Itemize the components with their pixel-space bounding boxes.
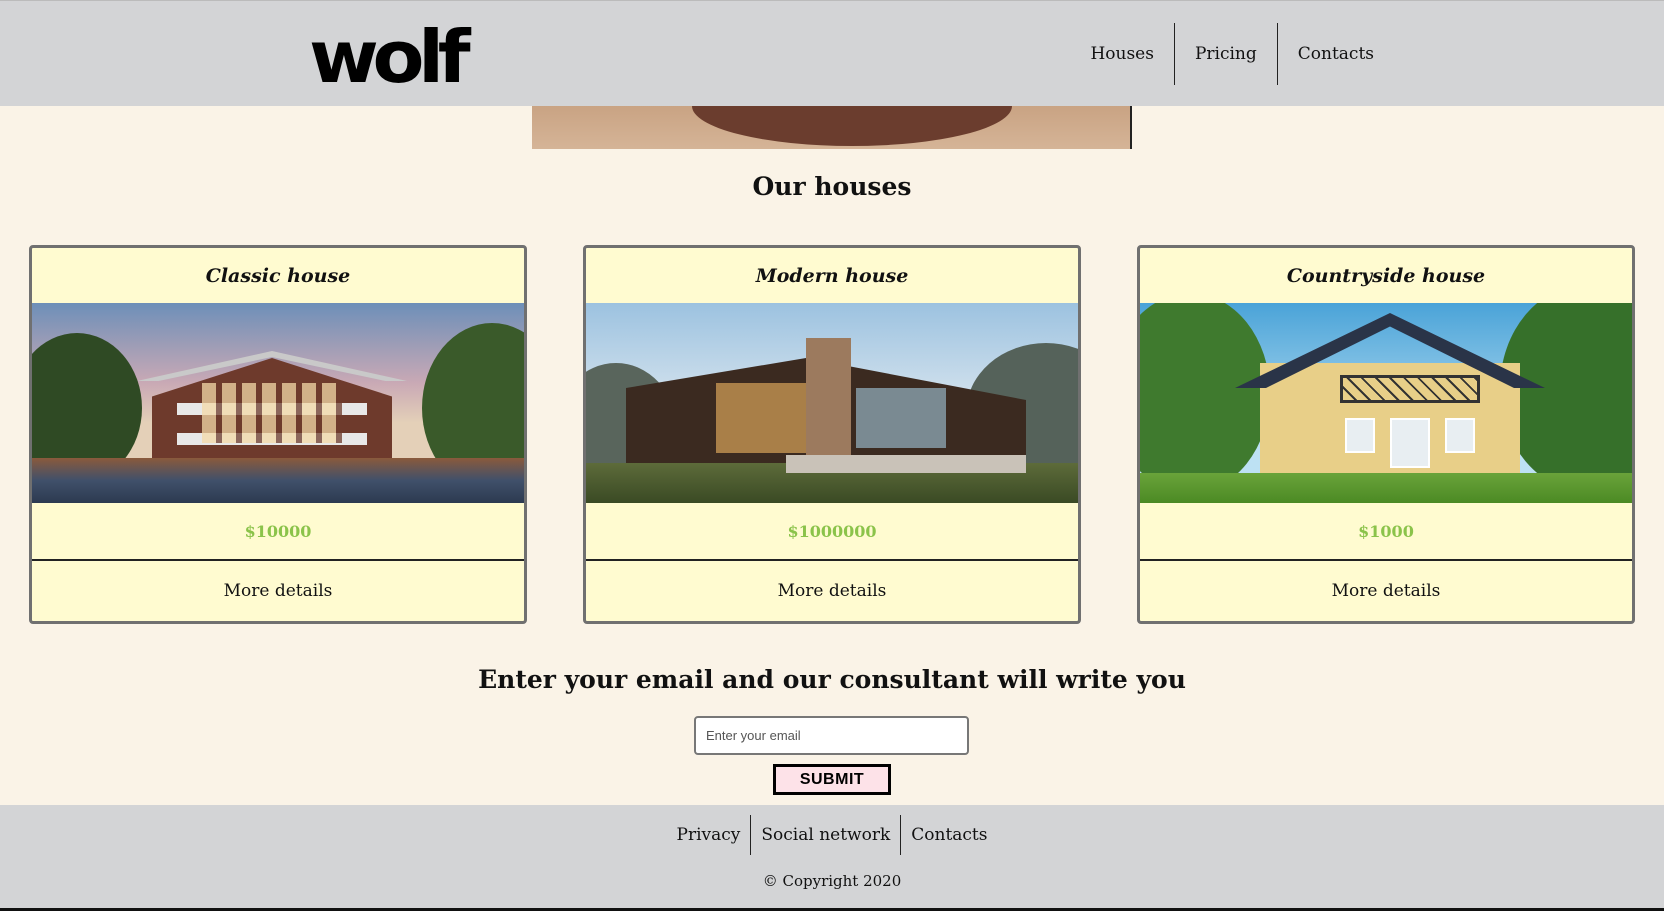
card-price: $1000000 (586, 503, 1078, 561)
card-title: Modern house (755, 264, 909, 287)
nav-houses[interactable]: Houses (1070, 23, 1174, 85)
footer-links: Privacy Social network Contacts (0, 815, 1664, 855)
nav-pricing[interactable]: Pricing (1173, 23, 1277, 85)
countryside-house-image (1140, 303, 1632, 503)
main-nav: Houses Pricing Contacts (1070, 23, 1394, 85)
card-price: $10000 (32, 503, 524, 561)
card-price: $1000 (1140, 503, 1632, 561)
more-details-link[interactable]: More details (32, 561, 524, 621)
house-card-modern: Modern house $1000000 More details (583, 245, 1081, 624)
house-card-classic: Classic house $10000 More details (29, 245, 527, 624)
card-title: Classic house (205, 264, 351, 287)
classic-house-image (32, 303, 524, 503)
logo[interactable]: wolf (309, 21, 471, 93)
footer-privacy-link[interactable]: Privacy (667, 815, 751, 855)
site-header: wolf Houses Pricing Contacts (0, 0, 1664, 106)
modern-house-image (586, 303, 1078, 503)
site-footer: Privacy Social network Contacts © Copyri… (0, 805, 1664, 911)
subscribe-title: Enter your email and our consultant will… (478, 665, 1186, 694)
footer-contacts-link[interactable]: Contacts (900, 815, 997, 855)
hero-image (532, 106, 1132, 149)
footer-social-link[interactable]: Social network (750, 815, 900, 855)
more-details-link[interactable]: More details (586, 561, 1078, 621)
nav-contacts[interactable]: Contacts (1276, 23, 1394, 85)
house-card-countryside: Countryside house $1000 More details (1137, 245, 1635, 624)
submit-button[interactable]: SUBMIT (773, 764, 891, 795)
copyright: © Copyright 2020 (762, 872, 902, 890)
section-title: Our houses (752, 172, 912, 201)
email-input[interactable] (694, 716, 969, 755)
card-title: Countryside house (1286, 264, 1486, 287)
more-details-link[interactable]: More details (1140, 561, 1632, 621)
